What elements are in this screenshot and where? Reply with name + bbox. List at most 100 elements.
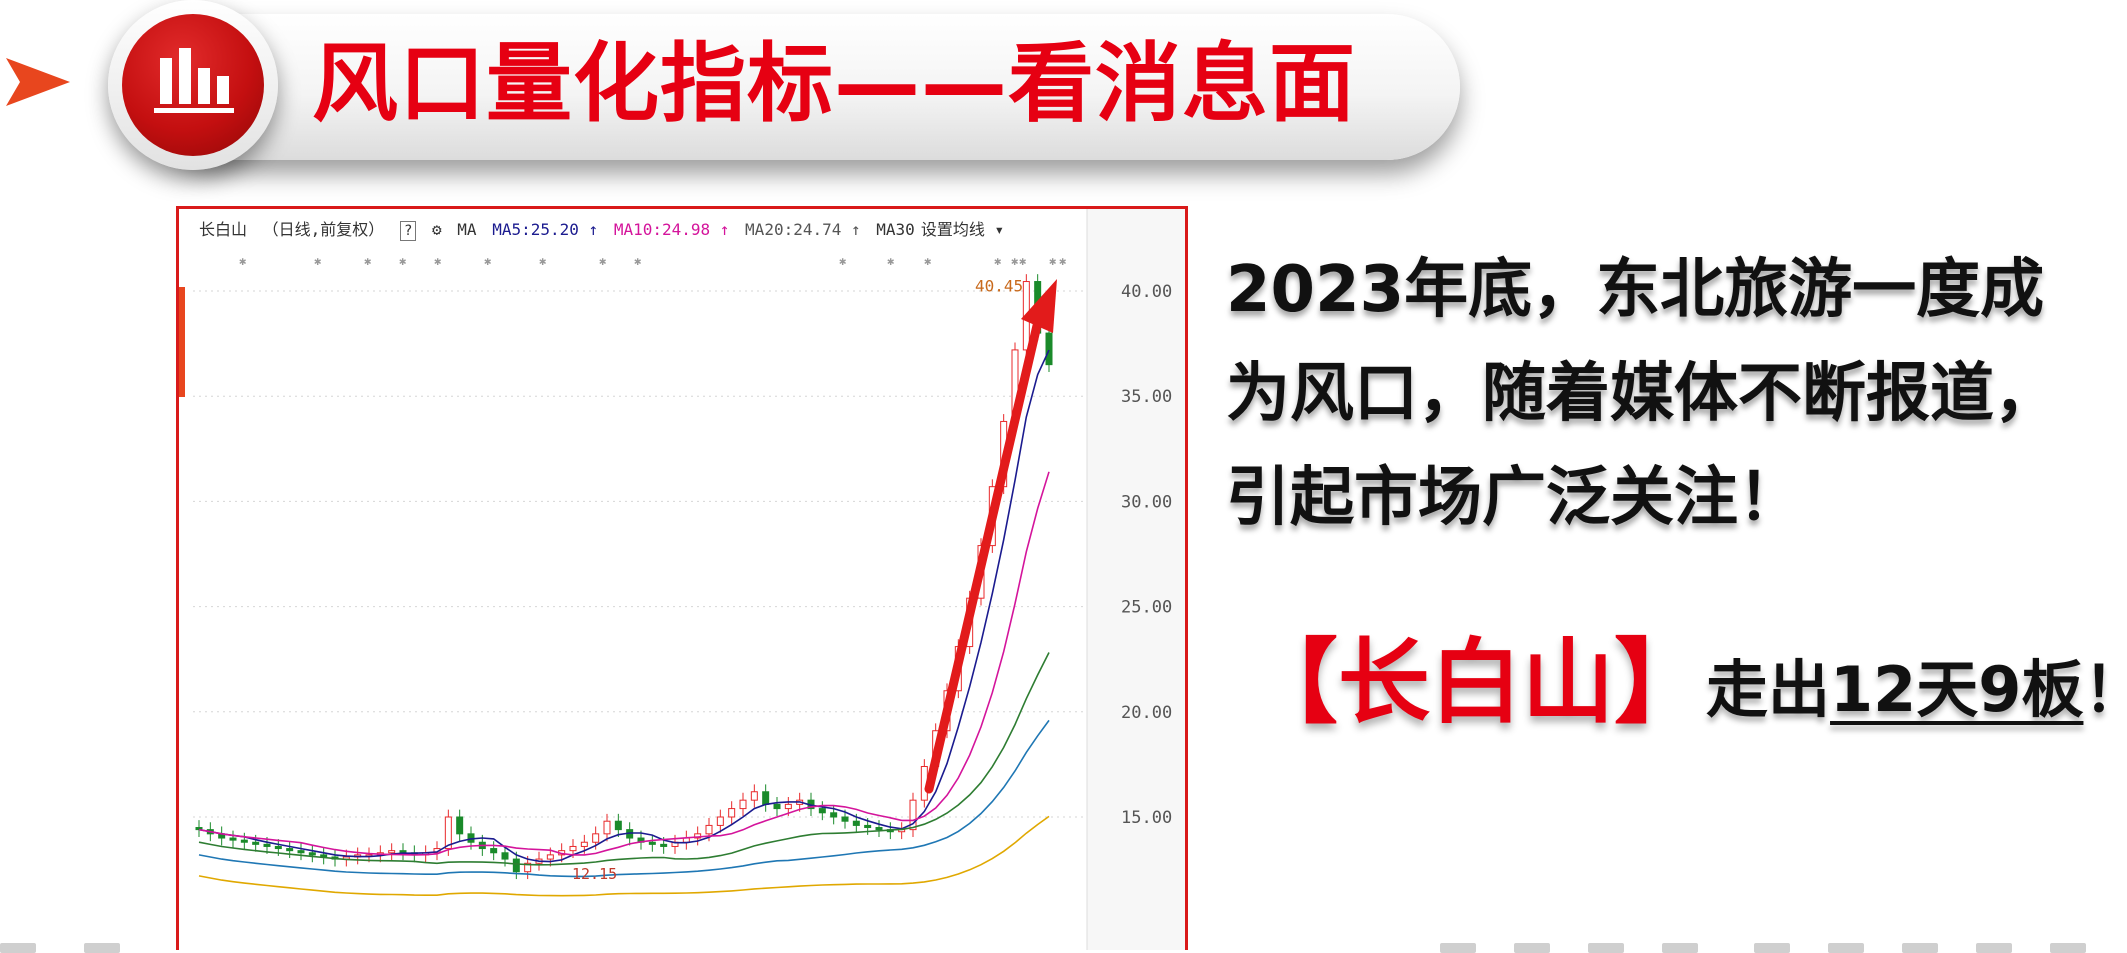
event-marker: ✱ — [887, 254, 894, 268]
bottom-decoration — [1662, 943, 1698, 953]
candle-body — [388, 850, 396, 854]
highlight-line: 【长白山】走出12天9板！ — [1246, 628, 2127, 738]
candle-body — [728, 808, 736, 818]
description-line-2: 为风口，随着媒体不断报道， — [1226, 357, 2058, 431]
y-tick-label: 20.00 — [1121, 703, 1172, 723]
event-marker: ✱ — [314, 254, 321, 268]
y-tick-label: 40.00 — [1121, 282, 1172, 302]
candle-body — [852, 820, 860, 826]
candle-body — [818, 808, 826, 814]
event-marker: ✱ — [434, 254, 441, 268]
event-marker: ✱ — [539, 254, 546, 268]
chart-header: 长白山 （日线,前复权） ? ⚙ MA MA5:25.20 ↑ MA10:24.… — [199, 217, 1010, 243]
y-tick-label: 25.00 — [1121, 598, 1172, 618]
description-line-3: 引起市场广泛关注！ — [1226, 461, 1802, 535]
event-marker: ✱ — [994, 254, 1001, 268]
ma-label: MA — [457, 220, 477, 239]
bottom-decoration — [1440, 943, 1476, 953]
gear-icon[interactable]: ⚙ — [432, 220, 442, 239]
candle-body — [501, 852, 509, 860]
result-suffix: ！ — [2083, 642, 2127, 738]
y-tick-label: 15.00 — [1121, 808, 1172, 828]
bottom-decoration — [1828, 943, 1864, 953]
candle-body — [762, 791, 770, 805]
event-marker: ✱ — [484, 254, 491, 268]
event-marker: ✱ — [1019, 254, 1026, 268]
candle-body — [240, 839, 248, 843]
candle-body — [784, 803, 792, 810]
chart-period-label: （日线,前复权） — [262, 220, 385, 239]
description-text: 2023年底，东北旅游一度成 为风口，随着媒体不断报道， 引起市场广泛关注！ — [1226, 238, 2126, 550]
event-marker: ✱ — [1049, 254, 1056, 268]
chart-stock-name: 长白山 — [199, 220, 248, 239]
candle-body — [660, 843, 668, 847]
candle-body — [739, 799, 747, 810]
slide-arrow-icon — [6, 58, 70, 106]
set-ma-dropdown[interactable]: 设置均线 ▾ — [921, 220, 1004, 239]
help-button[interactable]: ? — [399, 221, 417, 241]
event-marker: ✱ — [599, 254, 606, 268]
candle-body — [750, 791, 758, 801]
ma5-label: MA5:25.20 ↑ — [492, 220, 599, 239]
candle-body — [773, 803, 781, 810]
candle-body — [490, 848, 498, 854]
event-marker: ✱ — [1011, 254, 1018, 268]
candle-body — [263, 843, 271, 847]
candle-body — [592, 833, 600, 843]
stock-chart: 40.0035.0030.0025.0020.0015.00✱ ✱ ✱ ✱ ✱ ✱ ✱ ✱ ✱ ✱… — [179, 209, 1185, 950]
candle-body — [603, 820, 611, 835]
event-marker: ✱ — [364, 254, 371, 268]
candle-body — [569, 845, 577, 852]
ma20-line — [198, 652, 1050, 866]
bottom-decoration — [1902, 943, 1938, 953]
event-marker: ✱ — [399, 254, 406, 268]
event-marker: ✱ — [634, 254, 641, 268]
title-badge — [108, 0, 278, 170]
candle-body — [1045, 332, 1053, 366]
candle-body — [614, 820, 622, 831]
bottom-decoration — [1976, 943, 2012, 953]
candle-body — [286, 848, 294, 852]
candle-body — [864, 824, 872, 829]
bottom-decoration — [2050, 943, 2086, 953]
peak-price-label: 40.45 — [975, 277, 1023, 296]
event-marker: ✱ — [924, 254, 931, 268]
candle-body — [648, 841, 656, 845]
event-marker: ✱ — [239, 254, 246, 268]
highlight-stock-name: 【长白山】 — [1246, 629, 1707, 736]
bottom-decoration — [0, 943, 36, 953]
y-tick-label: 30.00 — [1121, 492, 1172, 512]
result-streak: 12天9板 — [1830, 653, 2084, 726]
left-range-marker — [179, 287, 185, 397]
candle-body — [580, 841, 588, 847]
description-line-1: 2023年底，东北旅游一度成 — [1226, 253, 2045, 327]
slide-title: 风口量化指标——看消息面 — [312, 34, 1356, 134]
bottom-decoration — [1514, 943, 1550, 953]
y-tick-label: 35.00 — [1121, 387, 1172, 407]
ma10-label: MA10:24.98 ↑ — [613, 220, 730, 239]
candle-body — [297, 850, 305, 854]
event-marker: ✱ — [839, 254, 846, 268]
candle-body — [456, 816, 464, 835]
ma30-label: MA30 — [876, 220, 915, 239]
candle-body — [716, 816, 724, 826]
candle-body — [875, 827, 883, 831]
event-marker: ✱ — [1059, 254, 1066, 268]
candle-body — [830, 812, 838, 818]
candle-body — [546, 854, 554, 860]
y-axis-background — [1087, 209, 1185, 950]
ma20-label: MA20:24.74 ↑ — [745, 220, 861, 239]
bar-chart-icon — [154, 48, 234, 113]
result-prefix: 走出 — [1706, 653, 1831, 726]
candle-body — [512, 858, 520, 873]
candle-body — [308, 852, 316, 856]
bottom-decoration — [1588, 943, 1624, 953]
low-price-label: 12.15 — [572, 865, 617, 883]
candle-body — [252, 841, 260, 845]
candle-body — [841, 816, 849, 822]
candle-body — [229, 837, 237, 841]
candle-body — [705, 824, 713, 835]
bottom-decoration — [84, 943, 120, 953]
bottom-decoration — [1754, 943, 1790, 953]
candle-body — [274, 845, 282, 850]
